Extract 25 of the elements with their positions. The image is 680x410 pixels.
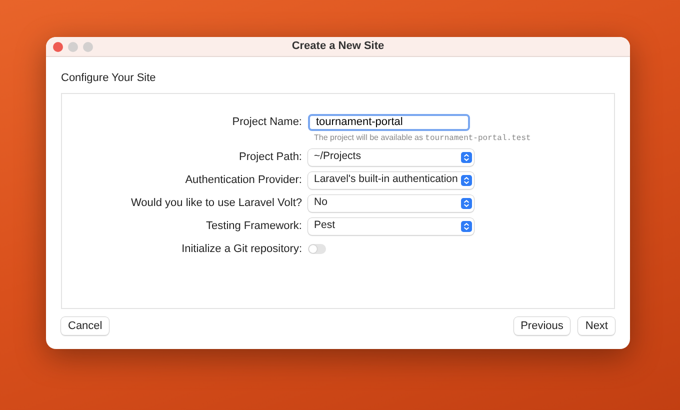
- toggle-switch[interactable]: [308, 244, 326, 254]
- field-label: Initialize a Git repository:: [180, 242, 303, 257]
- dialog-button[interactable]: Next: [578, 316, 615, 335]
- section-title: Configure Your Site: [61, 72, 156, 84]
- stepper-icon: [461, 220, 472, 232]
- window-title: Create a New Site: [292, 39, 384, 54]
- select-field[interactable]: Laravel's built-in authentication: [308, 172, 474, 189]
- select-field[interactable]: No: [308, 194, 474, 212]
- close-button[interactable]: [53, 42, 63, 52]
- field-label: Testing Framework:: [205, 219, 303, 234]
- zoom-button[interactable]: [83, 42, 93, 52]
- dialog-button[interactable]: Cancel: [61, 316, 110, 335]
- field-label: Authentication Provider:: [184, 173, 303, 188]
- field-label: Project Path:: [238, 150, 303, 165]
- hint-text: The project will be available as tournament-portal.test: [314, 132, 532, 145]
- field-label: Project Name:: [231, 115, 303, 130]
- minimize-button[interactable]: [68, 42, 78, 52]
- field-label: Would you like to use Laravel Volt?: [130, 196, 303, 211]
- stepper-icon: [461, 174, 472, 186]
- select-field[interactable]: Pest: [308, 218, 474, 235]
- project-name-field[interactable]: tournament-portal: [308, 114, 470, 131]
- stepper-icon: [461, 198, 472, 209]
- stepper-icon: [461, 152, 472, 163]
- dialog-button[interactable]: Previous: [514, 316, 570, 335]
- select-field[interactable]: ~/Projects: [308, 148, 474, 166]
